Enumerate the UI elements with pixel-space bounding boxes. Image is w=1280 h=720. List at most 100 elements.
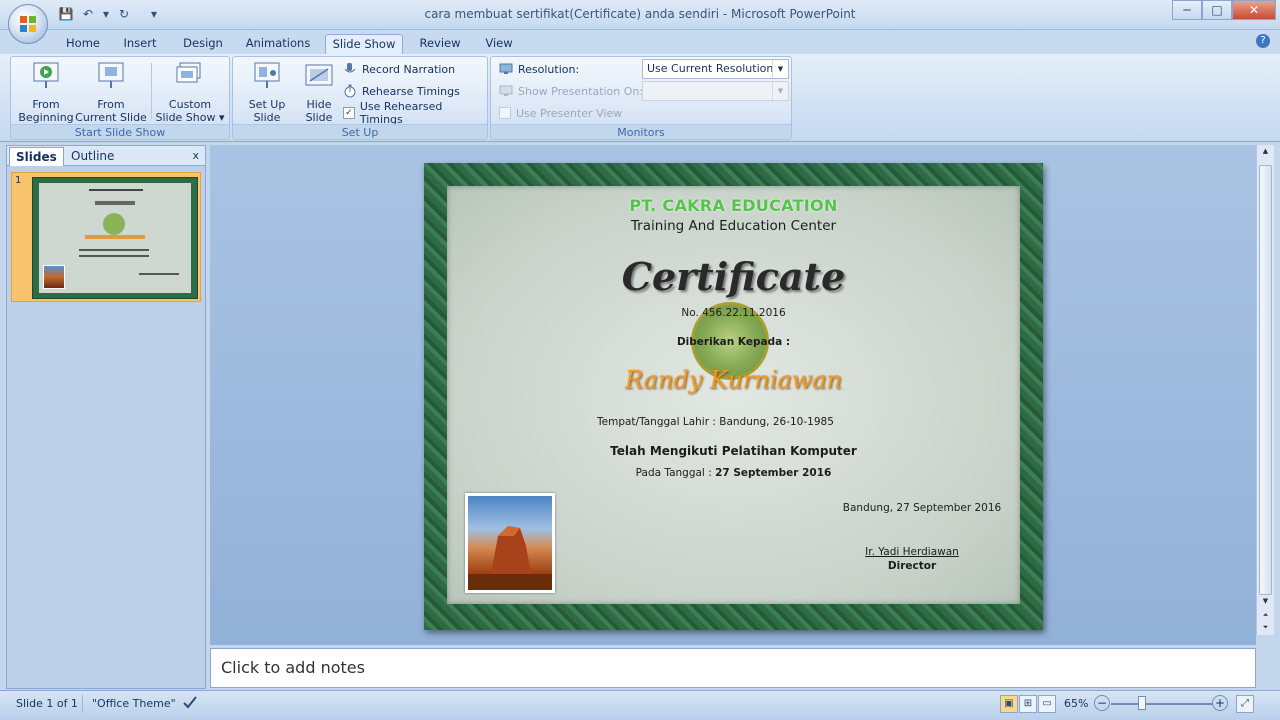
slides-pane: Slides Outline x 1 <box>6 145 206 689</box>
place-date[interactable]: Bandung, 27 September 2016 <box>842 502 1002 514</box>
zoom-slider-knob[interactable] <box>1138 696 1146 710</box>
scrollbar-thumb[interactable] <box>1259 165 1272 595</box>
maximize-button[interactable]: □ <box>1202 0 1232 20</box>
vertical-scrollbar[interactable]: ▲ ▼ ⏶ ⏷ <box>1256 145 1274 635</box>
thumbnail-text-line <box>79 255 149 257</box>
company-name[interactable]: PT. CAKRA EDUCATION <box>447 196 1020 215</box>
window-controls: ─ □ ✕ <box>1172 0 1276 20</box>
slide-canvas[interactable]: PT. CAKRA EDUCATION Training And Educati… <box>424 163 1043 630</box>
slide-thumbnail-1[interactable]: 1 <box>11 172 201 302</box>
from-current-slide-button[interactable]: From Current Slide <box>75 61 147 124</box>
company-subtitle[interactable]: Training And Education Center <box>447 218 1020 234</box>
resolution-value: Use Current Resolution <box>647 62 774 75</box>
course-date[interactable]: Pada Tanggal : 27 September 2016 <box>447 467 1020 479</box>
office-button[interactable] <box>8 4 48 44</box>
thumbnail-photo <box>43 265 65 289</box>
course-text[interactable]: Telah Mengikuti Pelatihan Komputer <box>447 444 1020 458</box>
signer-name[interactable]: Ir. Yadi Herdiawan <box>847 546 977 558</box>
thumbnail-text-line <box>139 273 179 275</box>
use-rehearsed-timings-check[interactable]: ✓ <box>343 107 355 119</box>
tab-review[interactable]: Review <box>414 34 466 54</box>
custom-slide-show-button[interactable]: Custom Slide Show ▾ <box>154 61 226 124</box>
close-pane-icon[interactable]: x <box>192 149 199 162</box>
minimize-button[interactable]: ─ <box>1172 0 1202 20</box>
slide-show-view-icon[interactable]: ▭ <box>1038 695 1056 713</box>
tab-view[interactable]: View <box>480 34 518 54</box>
stopwatch-icon <box>344 84 356 98</box>
zoom-in-button[interactable]: + <box>1212 695 1228 711</box>
slide-number: 1 <box>15 175 22 186</box>
set-up-slide-show-icon <box>254 62 280 88</box>
hide-slide-icon <box>305 64 333 86</box>
group-label-start-slide-show: Start Slide Show <box>11 124 229 139</box>
monitor-icon <box>499 85 513 96</box>
custom-slide-show-icon <box>176 62 201 83</box>
help-icon[interactable]: ? <box>1256 34 1270 48</box>
office-logo-icon <box>20 16 36 32</box>
from-beginning-button[interactable]: From Beginning <box>13 61 79 124</box>
custom-slide-show-label: Custom Slide Show ▾ <box>155 98 225 124</box>
use-rehearsed-timings-checkbox[interactable]: ✓ Use Rehearsed Timings <box>343 100 487 126</box>
microphone-icon <box>344 63 356 73</box>
use-rehearsed-timings-label: Use Rehearsed Timings <box>359 100 443 126</box>
tab-outline[interactable]: Outline <box>65 147 120 166</box>
slide-counter: Slide 1 of 1 <box>16 697 78 710</box>
play-from-current-icon <box>98 62 124 88</box>
course-date-value: 27 September 2016 <box>715 467 832 479</box>
theme-name: "Office Theme" <box>92 697 176 710</box>
hide-slide-label: Hide Slide <box>305 98 333 124</box>
spell-check-icon[interactable] <box>182 695 198 713</box>
from-current-slide-label: From Current Slide <box>75 98 147 124</box>
zoom-slider-track[interactable] <box>1111 703 1213 705</box>
tab-slide-show[interactable]: Slide Show <box>325 34 403 54</box>
group-set-up: Set Up Slide Show Hide Slide Record Narr… <box>232 56 488 140</box>
resolution-dropdown[interactable]: Use Current Resolution ▼ <box>642 59 789 79</box>
use-presenter-view-label: Use Presenter View <box>516 106 623 120</box>
zoom-out-button[interactable]: − <box>1094 695 1110 711</box>
birth-info[interactable]: Tempat/Tanggal Lahir : Bandung, 26-10-19… <box>597 416 834 428</box>
recipient-name[interactable]: Randy Kurniawan <box>447 366 1020 394</box>
rock-formation-image <box>468 526 552 590</box>
thumbnail-text-line <box>95 201 135 205</box>
slide-thumbnail-paper <box>39 183 191 293</box>
certificate-number[interactable]: No. 456.22.11.2016 <box>447 307 1020 319</box>
tab-home[interactable]: Home <box>60 34 106 54</box>
resolution-label: Resolution: <box>518 62 580 76</box>
slide-sorter-view-icon[interactable]: ⊞ <box>1019 695 1037 713</box>
certificate-paper: PT. CAKRA EDUCATION Training And Educati… <box>447 186 1020 604</box>
ribbon-tabs: Home Insert Design Animations Slide Show… <box>0 30 1280 54</box>
rehearse-timings-button[interactable]: Rehearse Timings <box>343 82 460 100</box>
hide-slide-button[interactable]: Hide Slide <box>299 61 339 124</box>
scroll-down-icon[interactable]: ▼ <box>1259 597 1272 611</box>
fit-to-window-icon[interactable]: ⤢ <box>1236 695 1254 713</box>
chevron-down-icon: ▼ <box>772 60 788 78</box>
thumbnail-text-line <box>85 235 145 239</box>
close-button[interactable]: ✕ <box>1232 0 1276 20</box>
notes-pane[interactable]: Click to add notes <box>210 648 1256 688</box>
rehearse-timings-label: Rehearse Timings <box>362 84 460 98</box>
signer-title[interactable]: Director <box>847 560 977 572</box>
zoom-level[interactable]: 65% <box>1064 695 1088 713</box>
group-label-set-up: Set Up <box>233 124 487 139</box>
record-narration-button[interactable]: Record Narration <box>343 60 455 78</box>
thumbnail-text-line <box>79 249 149 251</box>
course-date-prefix: Pada Tanggal : <box>635 467 712 479</box>
ribbon: From Beginning From Current Slide Custom… <box>0 54 1280 142</box>
show-presentation-on-row: Show Presentation On: <box>499 82 643 100</box>
tab-design[interactable]: Design <box>178 34 228 54</box>
tab-insert[interactable]: Insert <box>118 34 162 54</box>
given-to-label[interactable]: Diberikan Kepada : <box>447 336 1020 348</box>
normal-view-icon[interactable]: ▣ <box>1000 695 1018 713</box>
scroll-up-icon[interactable]: ▲ <box>1259 147 1272 161</box>
play-from-beginning-icon <box>33 62 59 88</box>
status-bar: Slide 1 of 1 "Office Theme" ▣ ⊞ ▭ 65% − … <box>0 690 1280 720</box>
group-label-monitors: Monitors <box>491 124 791 139</box>
next-slide-icon[interactable]: ⏷ <box>1259 623 1272 637</box>
tab-animations[interactable]: Animations <box>242 34 314 54</box>
window-title: cara membuat sertifikat(Certificate) and… <box>424 7 856 21</box>
tab-slides[interactable]: Slides <box>9 147 64 166</box>
certificate-title[interactable]: Certificate <box>447 254 1020 299</box>
status-divider <box>82 695 83 713</box>
title-bar: 💾 ↶ ▾ ↻ ▾ cara membuat sertifikat(Certif… <box>0 0 1280 30</box>
desert-photo[interactable] <box>465 493 555 593</box>
